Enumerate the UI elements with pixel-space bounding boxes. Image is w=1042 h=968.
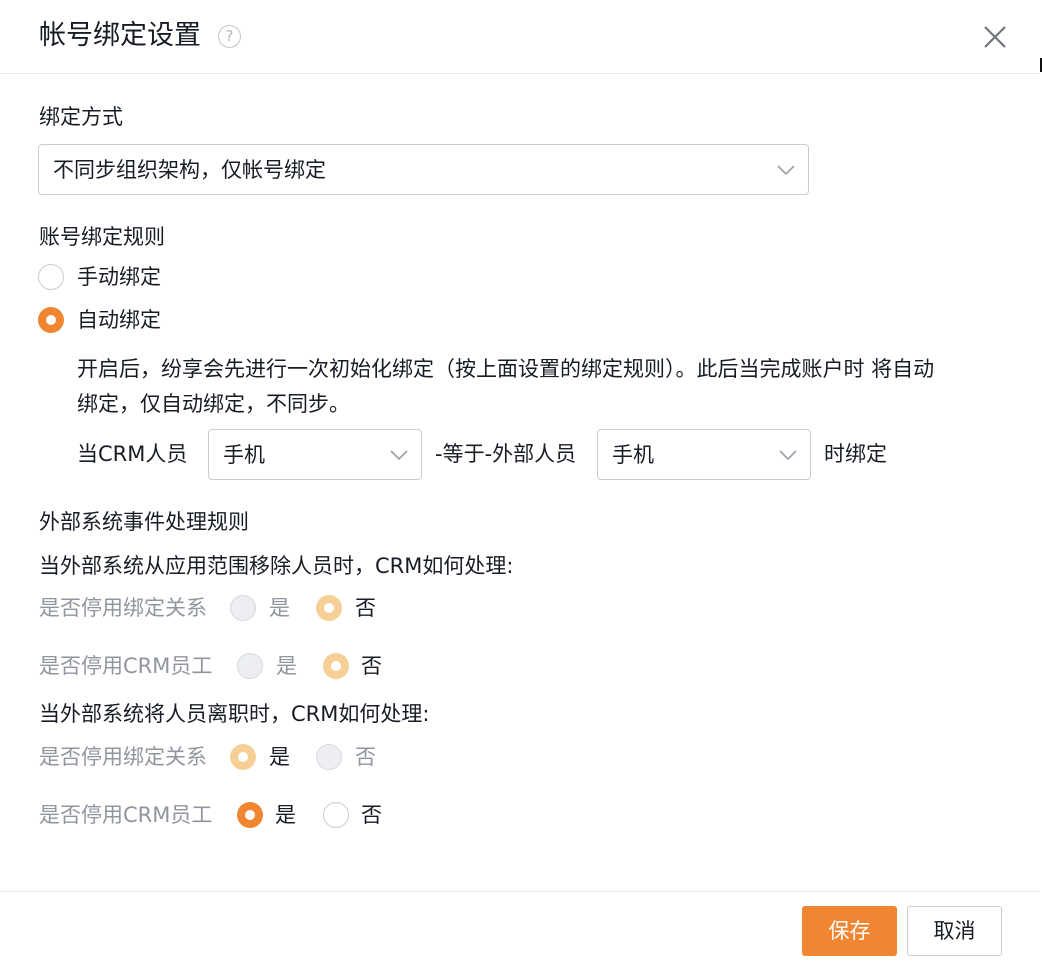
resign-disable-binding-label: 是否停用绑定关系 [39, 745, 207, 769]
resign-disable-employee-label: 是否停用CRM员工 [39, 803, 213, 827]
manual-binding-radio[interactable] [38, 264, 64, 290]
binding-method-select[interactable]: 不同步组织架构，仅帐号绑定 [38, 144, 809, 195]
resign-disable-binding-yes-radio [230, 744, 256, 770]
chevron-down-icon [777, 165, 795, 176]
cancel-button[interactable]: 取消 [907, 906, 1002, 956]
rule-middle: -等于-外部人员 [435, 442, 577, 466]
dialog-title: 帐号绑定设置 [39, 20, 201, 51]
crm-field-value: 手机 [223, 443, 265, 467]
binding-method-label: 绑定方式 [39, 105, 123, 129]
resign-disable-binding-no-label: 否 [355, 745, 376, 769]
auto-binding-description-line2: 绑定，仅自动绑定，不同步。 [77, 392, 350, 416]
rule-prefix: 当CRM人员 [77, 442, 188, 466]
binding-method-value: 不同步组织架构，仅帐号绑定 [53, 158, 326, 182]
remove-disable-binding-no-radio [316, 595, 342, 621]
remove-disable-employee-label: 是否停用CRM员工 [39, 654, 213, 678]
resign-disable-employee-yes-radio[interactable] [237, 802, 263, 828]
dialog-header: 帐号绑定设置 ? [0, 0, 1040, 74]
external-field-value: 手机 [612, 443, 654, 467]
remove-disable-binding-yes-label: 是 [269, 596, 290, 620]
remove-disable-employee-no-radio [323, 653, 349, 679]
auto-binding-description-line1: 开启后，纷享会先进行一次初始化绑定（按上面设置的绑定规则）。此后当完成账户时 将… [77, 357, 935, 381]
rule-suffix: 时绑定 [824, 442, 887, 466]
account-binding-dialog: 帐号绑定设置 ? 绑定方式 不同步组织架构，仅帐号绑定 账号绑定规则 手动绑定 … [0, 0, 1040, 968]
resign-disable-employee-yes-label[interactable]: 是 [275, 800, 296, 830]
auto-binding-label[interactable]: 自动绑定 [77, 305, 161, 335]
remove-disable-employee-no-label: 否 [361, 654, 382, 678]
chevron-down-icon [390, 450, 408, 461]
manual-binding-label[interactable]: 手动绑定 [77, 262, 161, 292]
remove-disable-employee-yes-label: 是 [276, 654, 297, 678]
external-field-select[interactable]: 手机 [597, 429, 811, 480]
crm-field-select[interactable]: 手机 [208, 429, 422, 480]
remove-disable-binding-label: 是否停用绑定关系 [39, 596, 207, 620]
event-rules-label: 外部系统事件处理规则 [39, 510, 249, 534]
resign-disable-employee-no-radio[interactable] [323, 802, 349, 828]
resign-disable-binding-no-radio [316, 744, 342, 770]
remove-disable-binding-no-label: 否 [355, 596, 376, 620]
close-icon[interactable] [982, 24, 1008, 50]
auto-binding-radio[interactable] [38, 307, 64, 333]
binding-rule-label: 账号绑定规则 [39, 225, 165, 249]
resign-disable-employee-no-label[interactable]: 否 [361, 800, 382, 830]
dialog-footer: 保存 取消 [0, 891, 1040, 968]
remove-disable-employee-yes-radio [237, 653, 263, 679]
help-icon[interactable]: ? [218, 25, 241, 48]
save-button[interactable]: 保存 [802, 906, 897, 956]
chevron-down-icon [779, 450, 797, 461]
remove-disable-binding-yes-radio [230, 595, 256, 621]
resign-question: 当外部系统将人员离职时，CRM如何处理: [39, 702, 430, 726]
remove-scope-question: 当外部系统从应用范围移除人员时，CRM如何处理: [39, 554, 514, 578]
resign-disable-binding-yes-label: 是 [269, 745, 290, 769]
